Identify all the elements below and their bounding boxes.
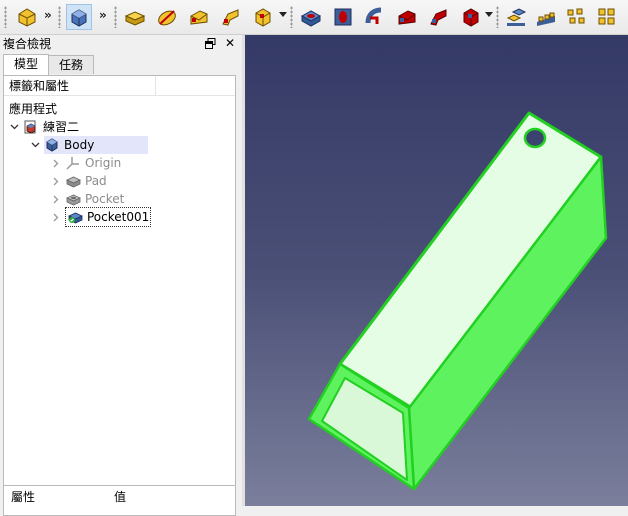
body-icon xyxy=(44,137,60,153)
multi-transform-icon[interactable] xyxy=(594,4,620,30)
tree-app-label: 應用程式 xyxy=(9,100,57,118)
property-column-header[interactable]: 屬性 xyxy=(11,488,35,505)
expand-arrow-icon[interactable] xyxy=(51,176,61,186)
tree-item-document[interactable]: 練習二 xyxy=(9,118,79,136)
tree-item-pocket001[interactable]: Pocket001 xyxy=(51,207,152,227)
toolbar-overflow-1[interactable]: » xyxy=(44,8,52,22)
pocket-icon[interactable] xyxy=(298,4,324,30)
groove-icon[interactable] xyxy=(362,4,388,30)
close-panel-icon[interactable]: ✕ xyxy=(224,36,236,50)
toolbar-grip[interactable] xyxy=(58,6,61,28)
value-column-header[interactable]: 值 xyxy=(114,488,126,505)
body-highlight: Body xyxy=(44,136,149,154)
selected-item-outline: Pocket001 xyxy=(65,207,152,227)
tree-column-header: 標籤和屬性 xyxy=(4,76,235,96)
pad-icon[interactable] xyxy=(122,4,148,30)
tree-item-origin[interactable]: Origin xyxy=(51,154,121,172)
property-view-header: 屬性 值 xyxy=(3,485,236,506)
subtractive-primitive-icon[interactable] xyxy=(458,4,484,30)
combo-view-title-bar: 複合檢視 ✕ xyxy=(0,35,242,53)
mirrored-icon[interactable] xyxy=(503,4,529,30)
tree-header-label: 標籤和屬性 xyxy=(9,79,70,93)
expand-arrow-icon[interactable] xyxy=(51,158,61,168)
document-label: 練習二 xyxy=(43,120,80,134)
pocket-tip-icon xyxy=(67,209,83,225)
3d-viewport[interactable] xyxy=(245,35,628,506)
linear-pattern-icon[interactable] xyxy=(533,4,559,30)
origin-label: Origin xyxy=(85,156,122,170)
additive-primitive-icon[interactable] xyxy=(250,4,276,30)
toolbar-grip[interactable] xyxy=(114,6,117,28)
pocket-label: Pocket xyxy=(85,192,125,206)
combo-view-tabs: 模型 任務 xyxy=(3,54,95,75)
origin-icon xyxy=(65,155,81,171)
hole-icon[interactable] xyxy=(330,4,356,30)
body-label: Body xyxy=(64,138,95,152)
pocket001-label: Pocket001 xyxy=(87,210,150,224)
subtractive-loft-icon[interactable] xyxy=(394,4,420,30)
document-icon xyxy=(23,119,39,135)
collapse-arrow-icon[interactable] xyxy=(9,122,19,132)
additive-pipe-icon[interactable] xyxy=(218,4,244,30)
pad-label: Pad xyxy=(85,174,107,188)
tab-model[interactable]: 模型 xyxy=(3,54,50,75)
combo-view-title: 複合檢視 xyxy=(3,37,52,51)
revolution-icon[interactable] xyxy=(154,4,180,30)
subtractive-primitive-dropdown[interactable] xyxy=(485,12,493,17)
partdesign-body-icon[interactable] xyxy=(66,4,92,30)
pad-feature-icon xyxy=(65,173,81,189)
float-panel-icon[interactable] xyxy=(204,36,216,50)
additive-loft-icon[interactable] xyxy=(186,4,212,30)
model-hole xyxy=(523,127,547,149)
tree-item-body[interactable]: Body xyxy=(30,136,149,154)
tree-item-pocket[interactable]: Pocket xyxy=(51,190,124,208)
model-tree[interactable]: 標籤和屬性 應用程式 練習二 Body Origin Pad Pocket Po… xyxy=(3,75,236,516)
tab-tasks[interactable]: 任務 xyxy=(48,55,95,74)
part-workbench-icon[interactable] xyxy=(14,4,40,30)
toolbar-grip[interactable] xyxy=(4,6,7,28)
combo-view-panel: 複合檢視 ✕ 模型 任務 標籤和屬性 應用程式 練習二 Body Origin … xyxy=(0,35,242,516)
toolbar-grip[interactable] xyxy=(290,6,293,28)
subtractive-pipe-icon[interactable] xyxy=(426,4,452,30)
toolbar-overflow-2[interactable]: » xyxy=(99,8,107,22)
additive-primitive-dropdown[interactable] xyxy=(279,12,287,17)
pocket-feature-icon xyxy=(65,191,81,207)
expand-arrow-icon[interactable] xyxy=(51,212,61,222)
collapse-arrow-icon[interactable] xyxy=(30,140,40,150)
model-3d-view[interactable] xyxy=(245,35,628,506)
tree-item-pad[interactable]: Pad xyxy=(51,172,107,190)
expand-arrow-icon[interactable] xyxy=(51,194,61,204)
column-divider[interactable] xyxy=(155,76,156,96)
polar-pattern-icon[interactable] xyxy=(563,4,589,30)
main-toolbar: » » xyxy=(0,0,628,35)
toolbar-grip[interactable] xyxy=(496,6,499,28)
app-label-text: 應用程式 xyxy=(9,102,58,116)
